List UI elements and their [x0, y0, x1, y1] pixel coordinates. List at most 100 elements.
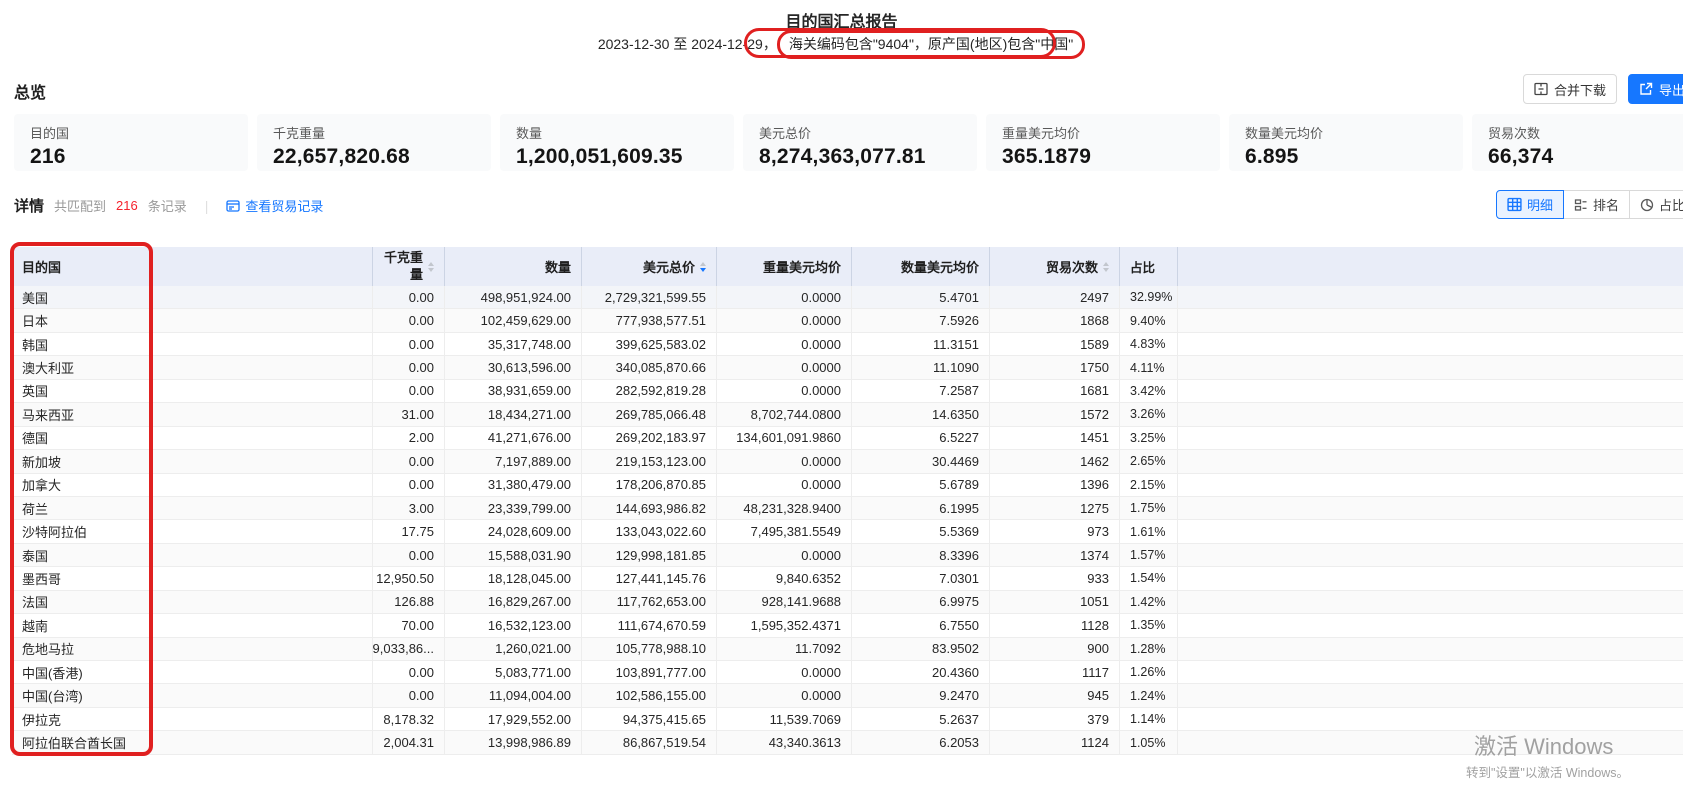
filler-cell — [1178, 544, 1683, 566]
summary-card: 美元总价 8,274,363,077.81 — [743, 114, 977, 171]
summary-card: 目的国 216 — [14, 114, 248, 171]
table-grid-icon — [1507, 197, 1522, 212]
usd-total-cell: 282,592,819.28 — [582, 380, 717, 402]
overview-cards: 目的国 216 千克重量 22,657,820.68 数量 1,200,051,… — [14, 114, 1683, 171]
tab-ranking[interactable]: 排名 — [1564, 190, 1630, 219]
tab-detail[interactable]: 明细 — [1496, 190, 1564, 219]
table-row[interactable]: 德国 2.00 41,271,676.00 269,202,183.97 134… — [12, 427, 1683, 450]
filler-cell — [1178, 380, 1683, 402]
table-row[interactable]: 英国 0.00 38,931,659.00 282,592,819.28 0.0… — [12, 380, 1683, 403]
table-row[interactable]: 伊拉克 8,178.32 17,929,552.00 94,375,415.65… — [12, 708, 1683, 731]
table-row[interactable]: 墨西哥 12,950.50 18,128,045.00 127,441,145.… — [12, 567, 1683, 590]
share-cell: 1.61% — [1120, 520, 1178, 542]
kg-weight-cell: 0.00 — [373, 380, 445, 402]
weight-avg-price-cell: 0.0000 — [717, 684, 852, 706]
page-title: 目的国汇总报告 — [0, 8, 1683, 32]
table-row[interactable]: 马来西亚 31.00 18,434,271.00 269,785,066.48 … — [12, 403, 1683, 426]
share-cell: 32.99% — [1120, 286, 1178, 308]
weight-avg-price-cell: 0.0000 — [717, 356, 852, 378]
share-cell: 1.42% — [1120, 591, 1178, 613]
filler-cell — [1178, 309, 1683, 331]
quantity-cell: 35,317,748.00 — [445, 333, 582, 355]
country-cell: 美国 — [12, 286, 373, 308]
country-cell: 新加坡 — [12, 450, 373, 472]
card-label: 数量美元均价 — [1245, 123, 1447, 142]
share-cell: 3.42% — [1120, 380, 1178, 402]
table-row[interactable]: 日本 0.00 102,459,629.00 777,938,577.51 0.… — [12, 309, 1683, 332]
quantity-cell: 1,260,021.00 — [445, 638, 582, 660]
country-cell: 中国(台湾) — [12, 684, 373, 706]
usd-total-cell: 269,202,183.97 — [582, 427, 717, 449]
matched-suffix: 条记录 — [148, 196, 187, 215]
usd-total-cell: 269,785,066.48 — [582, 403, 717, 425]
trade-count-cell: 1572 — [990, 403, 1120, 425]
usd-total-cell: 129,998,181.85 — [582, 544, 717, 566]
filler-cell — [1178, 684, 1683, 706]
table-row[interactable]: 危地马拉 9,033,86... 1,260,021.00 105,778,98… — [12, 638, 1683, 661]
card-value: 22,657,820.68 — [273, 145, 475, 169]
weight-avg-price-cell: 928,141.9688 — [717, 591, 852, 613]
qty-avg-price-cell: 14.6350 — [852, 403, 990, 425]
table-row[interactable]: 中国(香港) 0.00 5,083,771.00 103,891,777.00 … — [12, 661, 1683, 684]
qty-avg-price-cell: 5.5369 — [852, 520, 990, 542]
kg-weight-cell: 0.00 — [373, 474, 445, 496]
kg-weight-cell: 9,033,86... — [373, 638, 445, 660]
table-row[interactable]: 法国 126.88 16,829,267.00 117,762,653.00 9… — [12, 591, 1683, 614]
share-cell: 1.57% — [1120, 544, 1178, 566]
card-value: 8,274,363,077.81 — [759, 145, 961, 169]
trade-count-cell: 933 — [990, 567, 1120, 589]
trade-count-cell: 1462 — [990, 450, 1120, 472]
table-row[interactable]: 沙特阿拉伯 17.75 24,028,609.00 133,043,022.60… — [12, 520, 1683, 543]
share-cell: 3.25% — [1120, 427, 1178, 449]
tab-share[interactable]: 占比 — [1630, 190, 1683, 219]
qty-avg-price-cell: 83.9502 — [852, 638, 990, 660]
sort-carets-icon-active-desc — [700, 262, 706, 272]
weight-avg-price-cell: 0.0000 — [717, 450, 852, 472]
card-value: 6.895 — [1245, 145, 1447, 169]
trade-records-icon — [226, 199, 240, 213]
share-cell: 4.11% — [1120, 356, 1178, 378]
qty-avg-price-cell: 20.4360 — [852, 661, 990, 683]
country-cell: 墨西哥 — [12, 567, 373, 589]
filler-cell — [1178, 474, 1683, 496]
kg-weight-cell: 8,178.32 — [373, 708, 445, 730]
windows-activation-watermark: 激活 Windows — [1474, 729, 1613, 761]
filter-criteria: 海关编码包含"9404"，原产国(地区)包含"中国" — [777, 30, 1085, 59]
export-button[interactable]: 导出 — [1628, 74, 1683, 104]
col-header-trade-count[interactable]: 贸易次数 — [990, 247, 1120, 286]
usd-total-cell: 94,375,415.65 — [582, 708, 717, 730]
weight-avg-price-cell: 0.0000 — [717, 474, 852, 496]
view-tabs: 明细 排名 占比 — [1496, 190, 1683, 219]
qty-avg-price-cell: 7.5926 — [852, 309, 990, 331]
col-header-usd-total[interactable]: 美元总价 — [582, 247, 717, 286]
table-row[interactable]: 澳大利亚 0.00 30,613,596.00 340,085,870.66 0… — [12, 356, 1683, 379]
table-row[interactable]: 美国 0.00 498,951,924.00 2,729,321,599.55 … — [12, 286, 1683, 309]
kg-weight-cell: 12,950.50 — [373, 567, 445, 589]
table-row[interactable]: 荷兰 3.00 23,339,799.00 144,693,986.82 48,… — [12, 497, 1683, 520]
qty-avg-price-cell: 7.2587 — [852, 380, 990, 402]
card-value: 66,374 — [1488, 145, 1683, 169]
table-row[interactable]: 韩国 0.00 35,317,748.00 399,625,583.02 0.0… — [12, 333, 1683, 356]
trade-records-label: 查看贸易记录 — [245, 196, 323, 215]
table-row[interactable]: 中国(台湾) 0.00 11,094,004.00 102,586,155.00… — [12, 684, 1683, 707]
view-trade-records-link[interactable]: 查看贸易记录 — [226, 196, 323, 215]
trade-count-cell: 973 — [990, 520, 1120, 542]
qty-avg-price-cell: 5.6789 — [852, 474, 990, 496]
qty-avg-price-cell: 30.4469 — [852, 450, 990, 472]
usd-total-cell: 777,938,577.51 — [582, 309, 717, 331]
matched-prefix: 共匹配到 — [54, 196, 106, 215]
merge-download-button[interactable]: 合并下载 — [1523, 74, 1617, 104]
table-row[interactable]: 越南 70.00 16,532,123.00 111,674,670.59 1,… — [12, 614, 1683, 637]
table-row[interactable]: 新加坡 0.00 7,197,889.00 219,153,123.00 0.0… — [12, 450, 1683, 473]
weight-avg-price-cell: 11.7092 — [717, 638, 852, 660]
table-row[interactable]: 泰国 0.00 15,588,031.90 129,998,181.85 0.0… — [12, 544, 1683, 567]
filler-cell — [1178, 497, 1683, 519]
country-cell: 法国 — [12, 591, 373, 613]
country-cell: 越南 — [12, 614, 373, 636]
country-cell: 德国 — [12, 427, 373, 449]
table-row[interactable]: 加拿大 0.00 31,380,479.00 178,206,870.85 0.… — [12, 474, 1683, 497]
col-header-kg-weight[interactable]: 千克重量 — [373, 247, 445, 286]
qty-avg-price-cell: 8.3396 — [852, 544, 990, 566]
table-row[interactable]: 阿拉伯联合酋长国 2,004.31 13,998,986.89 86,867,5… — [12, 731, 1683, 754]
share-cell: 1.35% — [1120, 614, 1178, 636]
